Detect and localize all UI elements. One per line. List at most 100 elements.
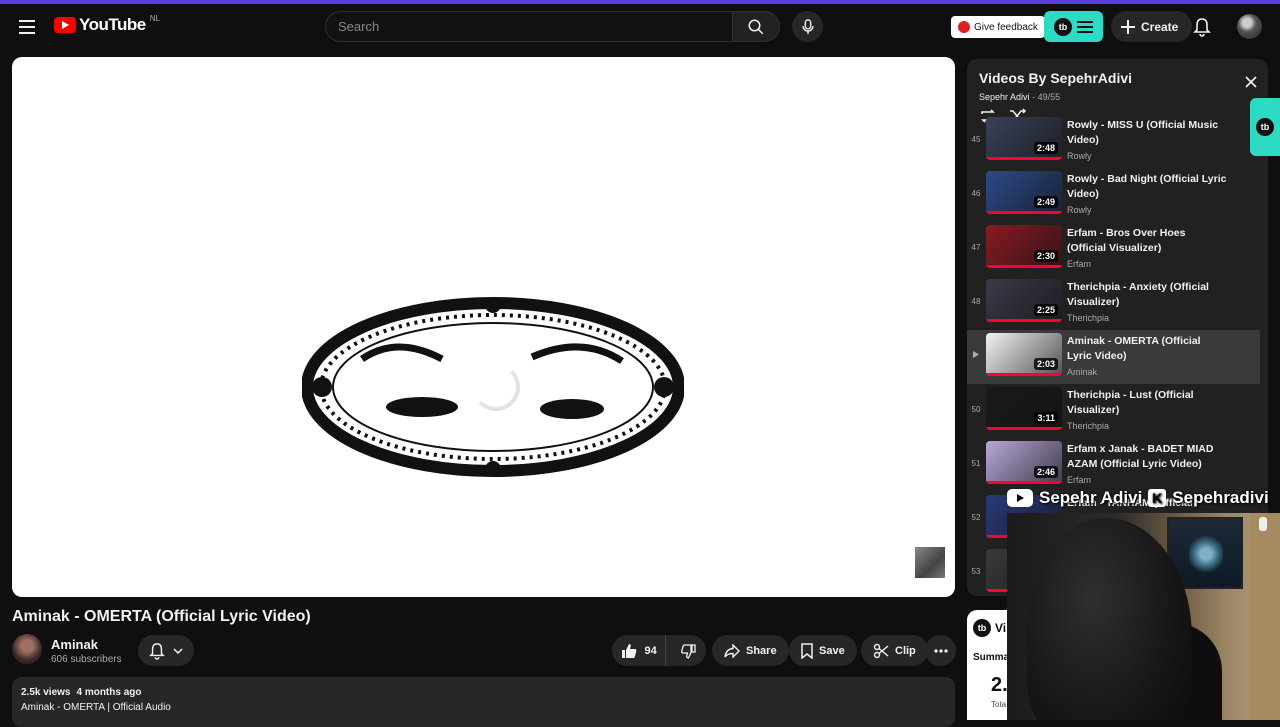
like-count: 94 (644, 644, 657, 657)
search-input[interactable] (338, 12, 718, 41)
playlist-item-title: Erfam x Janak - BADET MIAD AZAM (Officia… (1067, 443, 1214, 470)
watched-progress-bar (986, 319, 1062, 322)
playlist-item-channel: Rowly (1067, 205, 1092, 215)
region-code: NL (149, 13, 160, 23)
playlist-item-index: 50 (971, 405, 981, 414)
playlist-item-duration: 2:49 (1033, 196, 1058, 208)
playlist-title[interactable]: Videos By SepehrAdivi (979, 70, 1256, 86)
playlist-item-thumbnail: 2:25 (986, 279, 1062, 322)
playlist-item-duration: 2:30 (1033, 250, 1058, 262)
extension-total-label: Tota (991, 700, 1007, 709)
playlist-item-title: Erfam - Bros Over Hoes (Official Visuali… (1067, 227, 1186, 254)
channel-watermark[interactable] (915, 547, 945, 578)
watched-progress-bar (986, 211, 1062, 214)
bell-icon (1193, 18, 1211, 37)
playlist-item-channel: Aminak (1067, 367, 1098, 377)
playlist-position: 49/55 (1037, 92, 1061, 102)
playlist-item[interactable]: 46 2:49 Rowly - Bad Night (Official Lyric … (967, 168, 1260, 222)
extension-logo-icon: tb (1054, 17, 1072, 36)
clip-label: Clip (895, 644, 916, 657)
more-actions-button[interactable] (925, 635, 956, 666)
bookmark-icon (801, 642, 813, 659)
save-button[interactable]: Save (789, 635, 857, 666)
watermark-handle: Sepehradivi (1172, 488, 1269, 507)
description-text: Aminak - OMERTA | Official Audio (21, 702, 171, 713)
clip-button[interactable]: Clip (861, 635, 928, 666)
like-dislike-group: 94 (612, 635, 706, 666)
playlist-item-title: Aminak - OMERTA (Official Lyric Video) (1067, 335, 1201, 362)
youtube-icon (1007, 489, 1033, 507)
playlist-item-channel: Rowly (1067, 151, 1092, 161)
share-button[interactable]: Share (712, 635, 789, 666)
playlist-item[interactable]: 47 2:30 Erfam - Bros Over Hoes (Official V… (967, 222, 1260, 276)
playlist-item[interactable]: 48 2:25 Therichpia - Anxiety (Official Vis… (967, 276, 1260, 330)
like-button[interactable]: 94 (612, 635, 667, 666)
scissors-icon (873, 643, 889, 658)
extension-summary-label: Summa (973, 652, 1010, 663)
logo-text: YouTube (79, 15, 146, 34)
chevron-down-icon (173, 647, 183, 654)
search-icon (748, 19, 764, 34)
playlist-item-channel: Therichpia (1067, 421, 1110, 431)
extension-total-value: 2. (991, 674, 1008, 696)
youtube-logo[interactable]: YouTube NL (54, 13, 160, 35)
watched-progress-bar (986, 265, 1062, 268)
now-playing-icon (967, 351, 985, 360)
playlist-item-duration: 2:46 (1033, 466, 1058, 478)
video-player[interactable] (12, 57, 955, 597)
playlist-item-duration: 2:48 (1033, 142, 1058, 154)
search-button[interactable] (732, 11, 780, 42)
thumbs-down-icon (681, 643, 696, 659)
notifications-button[interactable] (1193, 17, 1211, 42)
webcam-overlay (1007, 513, 1280, 720)
upload-age: 4 months ago (76, 687, 142, 698)
share-icon (724, 643, 740, 658)
youtube-play-icon (54, 17, 76, 33)
dislike-button[interactable] (672, 635, 706, 666)
account-avatar[interactable] (1237, 14, 1262, 39)
microphone-icon (801, 18, 814, 34)
kick-icon: K (1148, 489, 1167, 507)
playlist-item-thumbnail: 3:11 (986, 387, 1062, 430)
extension-logo-icon: tb (1256, 118, 1274, 136)
playlist-owner[interactable]: Sepehr Adivi (979, 92, 1030, 102)
watermark-name: Sepehr Adivi (1039, 488, 1143, 507)
streamer-watermark: Sepehr Adivi K Sepehradivi (1007, 484, 1280, 512)
feedback-label: Give feedback (974, 21, 1038, 33)
voice-search-button[interactable] (792, 11, 823, 42)
watched-progress-bar (986, 157, 1062, 160)
extension-logo-icon: tb (973, 619, 991, 637)
watched-progress-bar (986, 427, 1062, 430)
channel-avatar[interactable] (12, 634, 42, 664)
bell-icon (149, 642, 165, 660)
menu-line (19, 26, 35, 28)
playlist-item[interactable]: 50 3:11 Therichpia - Lust (Official Visual… (967, 384, 1260, 438)
thumbs-up-icon (621, 643, 636, 658)
give-feedback-button[interactable]: Give feedback (951, 16, 1045, 38)
create-label: Create (1141, 19, 1179, 34)
door (1250, 513, 1280, 720)
loading-spinner-icon (472, 363, 520, 411)
playlist-item[interactable]: 45 2:48 Rowly - MISS U (Official Music Vid… (967, 114, 1260, 168)
extension-side-tab[interactable]: tb (1250, 98, 1280, 156)
close-icon[interactable] (1245, 76, 1257, 88)
playlist-item-thumbnail: 2:03 (986, 333, 1062, 376)
list-icon (1077, 20, 1093, 33)
feedback-icon (958, 21, 970, 33)
playlist-item-channel: Therichpia (1067, 313, 1110, 323)
share-label: Share (746, 644, 777, 657)
playlist-item-duration: 3:11 (1034, 412, 1058, 424)
subscription-notifications-button[interactable] (138, 635, 194, 666)
playlist-item-duration: 2:03 (1033, 358, 1058, 370)
channel-name[interactable]: Aminak (51, 637, 98, 652)
playlist-item-title: Therichpia - Anxiety (Official Visualize… (1067, 281, 1209, 308)
create-button[interactable]: Create (1111, 11, 1193, 42)
playlist-item-title: Rowly - MISS U (Official Music Video) (1067, 119, 1219, 146)
playlist-subtitle: Sepehr Adivi - 49/55 (979, 92, 1061, 102)
playlist-item[interactable]: 2:03 Aminak - OMERTA (Official Lyric Vide… (967, 330, 1260, 384)
extension-toggle-button[interactable]: tb (1044, 11, 1103, 42)
watched-progress-bar (986, 373, 1062, 376)
guide-menu-button[interactable] (14, 14, 40, 40)
playlist-item-index: 48 (971, 297, 981, 306)
playlist-item-duration: 2:25 (1033, 304, 1058, 316)
